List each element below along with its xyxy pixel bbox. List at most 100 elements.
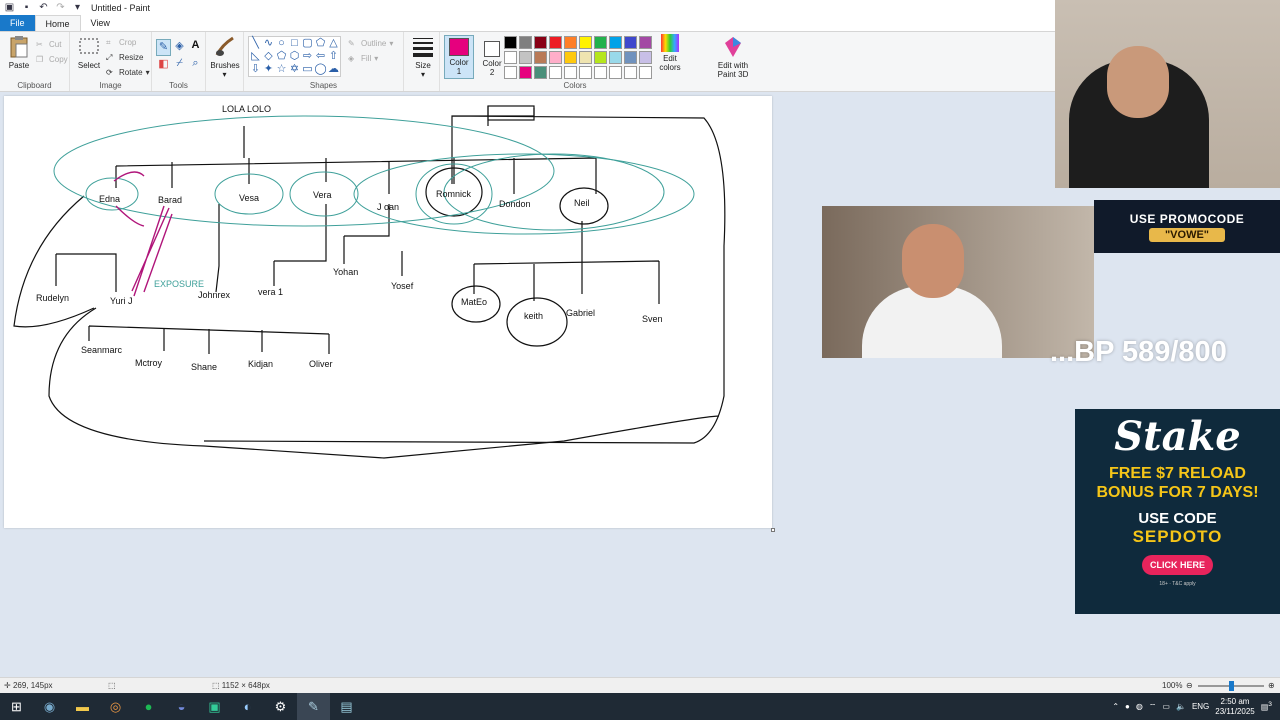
palette-swatch[interactable] bbox=[624, 51, 637, 64]
tab-home[interactable]: Home bbox=[34, 15, 81, 31]
brushes-button[interactable]: Brushes bbox=[210, 35, 240, 70]
left-arrow-shape-icon[interactable]: ⇦ bbox=[314, 50, 327, 63]
palette-swatch[interactable] bbox=[549, 36, 562, 49]
hexagon-shape-icon[interactable]: ⬡ bbox=[288, 50, 301, 63]
fill-button[interactable]: ◈ Fill ▾ bbox=[348, 51, 393, 66]
palette-swatch[interactable] bbox=[579, 51, 592, 64]
tray-app-icon[interactable]: ◍ bbox=[1136, 702, 1143, 711]
palette-swatch[interactable] bbox=[609, 36, 622, 49]
callout-oval-shape-icon[interactable]: ◯ bbox=[314, 63, 327, 76]
callout-rect-shape-icon[interactable]: ▭ bbox=[301, 63, 314, 76]
shapes-gallery[interactable]: ╲ ∿ ○ □ ▢ ⬠ △ ◺ ◇ ⬠ ⬡ ⇨ ⇦ ⇧ ⇩ ✦ ☆ ✡ ▭ ◯ ☁ bbox=[248, 36, 341, 77]
stake-click-button[interactable]: CLICK HERE bbox=[1141, 555, 1213, 575]
color-palette[interactable] bbox=[504, 36, 652, 79]
six-star-shape-icon[interactable]: ✡ bbox=[288, 63, 301, 76]
customize-chevron-icon[interactable]: ▾ bbox=[72, 2, 83, 13]
save-icon[interactable]: ▪ bbox=[21, 2, 32, 13]
polygon-shape-icon[interactable]: ⬠ bbox=[314, 37, 327, 50]
palette-swatch[interactable] bbox=[534, 51, 547, 64]
palette-swatch[interactable] bbox=[519, 36, 532, 49]
windows-start-icon[interactable]: ⊞ bbox=[0, 693, 33, 720]
redo-icon[interactable]: ↷ bbox=[55, 2, 66, 13]
fill-icon[interactable]: ◈ bbox=[172, 39, 187, 56]
color-picker-icon[interactable]: ⌿ bbox=[172, 57, 187, 74]
line-shape-icon[interactable]: ╲ bbox=[249, 37, 262, 50]
right-arrow-shape-icon[interactable]: ⇨ bbox=[301, 50, 314, 63]
size-button[interactable]: Size ▾ bbox=[408, 35, 438, 79]
palette-swatch[interactable] bbox=[549, 51, 562, 64]
palette-swatch[interactable] bbox=[594, 66, 607, 79]
triangle-shape-icon[interactable]: △ bbox=[327, 37, 340, 50]
rounded-rect-shape-icon[interactable]: ▢ bbox=[301, 37, 314, 50]
outline-button[interactable]: ✎ Outline ▾ bbox=[348, 36, 393, 51]
right-triangle-shape-icon[interactable]: ◺ bbox=[249, 50, 262, 63]
palette-swatch[interactable] bbox=[579, 66, 592, 79]
palette-swatch[interactable] bbox=[609, 51, 622, 64]
edit-paint3d-button[interactable]: Edit with Paint 3D bbox=[714, 35, 752, 79]
palette-swatch[interactable] bbox=[534, 66, 547, 79]
four-star-shape-icon[interactable]: ✦ bbox=[262, 63, 275, 76]
battery-icon[interactable]: ▭ bbox=[1162, 702, 1170, 711]
curve-shape-icon[interactable]: ∿ bbox=[262, 37, 275, 50]
zoom-out-icon[interactable]: ⊖ bbox=[1186, 681, 1193, 690]
undo-icon[interactable]: ↶ bbox=[38, 2, 49, 13]
select-button[interactable]: Select bbox=[74, 35, 104, 70]
steam-icon[interactable]: ◐ bbox=[231, 693, 264, 720]
rotate-button[interactable]: ⟳ Rotate ▾ bbox=[106, 65, 150, 80]
zoom-in-icon[interactable]: ⊕ bbox=[1268, 681, 1275, 690]
crop-button[interactable]: ⌗ Crop bbox=[106, 35, 150, 50]
up-arrow-shape-icon[interactable]: ⇧ bbox=[327, 50, 340, 63]
down-arrow-shape-icon[interactable]: ⇩ bbox=[249, 63, 262, 76]
palette-swatch[interactable] bbox=[534, 36, 547, 49]
rectangle-shape-icon[interactable]: □ bbox=[288, 37, 301, 50]
text-icon[interactable]: A bbox=[188, 39, 203, 56]
palette-swatch[interactable] bbox=[504, 36, 517, 49]
cloud-shape-icon[interactable]: ☁ bbox=[327, 63, 340, 76]
settings-icon[interactable]: ⚙ bbox=[264, 693, 297, 720]
app-green-icon[interactable]: ▣ bbox=[198, 693, 231, 720]
paint-taskbar-icon[interactable]: ✎ bbox=[297, 693, 330, 720]
clock[interactable]: 2:50 am 23/11/2025 bbox=[1215, 697, 1254, 717]
language-indicator[interactable]: ENG bbox=[1192, 702, 1209, 711]
resize-button[interactable]: ⤢ Resize bbox=[106, 50, 150, 65]
palette-swatch[interactable] bbox=[624, 66, 637, 79]
copilot-icon[interactable]: ◉ bbox=[33, 693, 66, 720]
palette-swatch[interactable] bbox=[594, 36, 607, 49]
tray-chevron-icon[interactable]: ⌃ bbox=[1112, 702, 1119, 711]
palette-swatch[interactable] bbox=[609, 66, 622, 79]
file-explorer-icon[interactable]: ▬ bbox=[66, 693, 99, 720]
oval-shape-icon[interactable]: ○ bbox=[275, 37, 288, 50]
drawing-canvas[interactable]: LOLA LOLO Edna Barad Vesa Vera J oan Rom… bbox=[4, 96, 772, 528]
pencil-icon[interactable]: ✎ bbox=[156, 39, 171, 56]
five-star-shape-icon[interactable]: ☆ bbox=[275, 63, 288, 76]
mic-icon[interactable]: ● bbox=[1125, 702, 1130, 711]
palette-swatch[interactable] bbox=[519, 66, 532, 79]
palette-swatch[interactable] bbox=[564, 66, 577, 79]
pentagon-shape-icon[interactable]: ⬠ bbox=[275, 50, 288, 63]
palette-swatch[interactable] bbox=[564, 51, 577, 64]
chrome-icon[interactable]: ◎ bbox=[99, 693, 132, 720]
discord-icon[interactable]: ◒ bbox=[165, 693, 198, 720]
eraser-icon[interactable]: ◧ bbox=[156, 57, 171, 74]
brushes-chevron-icon[interactable]: ▾ bbox=[210, 70, 239, 79]
magnifier-icon[interactable]: ⌕ bbox=[188, 57, 203, 74]
palette-swatch[interactable] bbox=[639, 36, 652, 49]
edit-colors-button[interactable]: Edit colors bbox=[655, 34, 685, 72]
color2-button[interactable]: Color 2 bbox=[477, 35, 507, 83]
paste-button[interactable]: Paste bbox=[4, 35, 34, 70]
palette-swatch[interactable] bbox=[519, 51, 532, 64]
tab-file[interactable]: File bbox=[0, 15, 35, 31]
palette-swatch[interactable] bbox=[549, 66, 562, 79]
canvas-resize-handle[interactable] bbox=[771, 528, 775, 532]
palette-swatch[interactable] bbox=[639, 66, 652, 79]
tab-view[interactable]: View bbox=[81, 15, 120, 31]
color1-button[interactable]: Color 1 bbox=[444, 35, 474, 79]
palette-swatch[interactable] bbox=[624, 36, 637, 49]
palette-swatch[interactable] bbox=[579, 36, 592, 49]
palette-swatch[interactable] bbox=[504, 51, 517, 64]
cut-button[interactable]: ✂ Cut bbox=[36, 37, 68, 52]
notepad-icon[interactable]: ▤ bbox=[330, 693, 363, 720]
palette-swatch[interactable] bbox=[639, 51, 652, 64]
palette-swatch[interactable] bbox=[594, 51, 607, 64]
palette-swatch[interactable] bbox=[504, 66, 517, 79]
